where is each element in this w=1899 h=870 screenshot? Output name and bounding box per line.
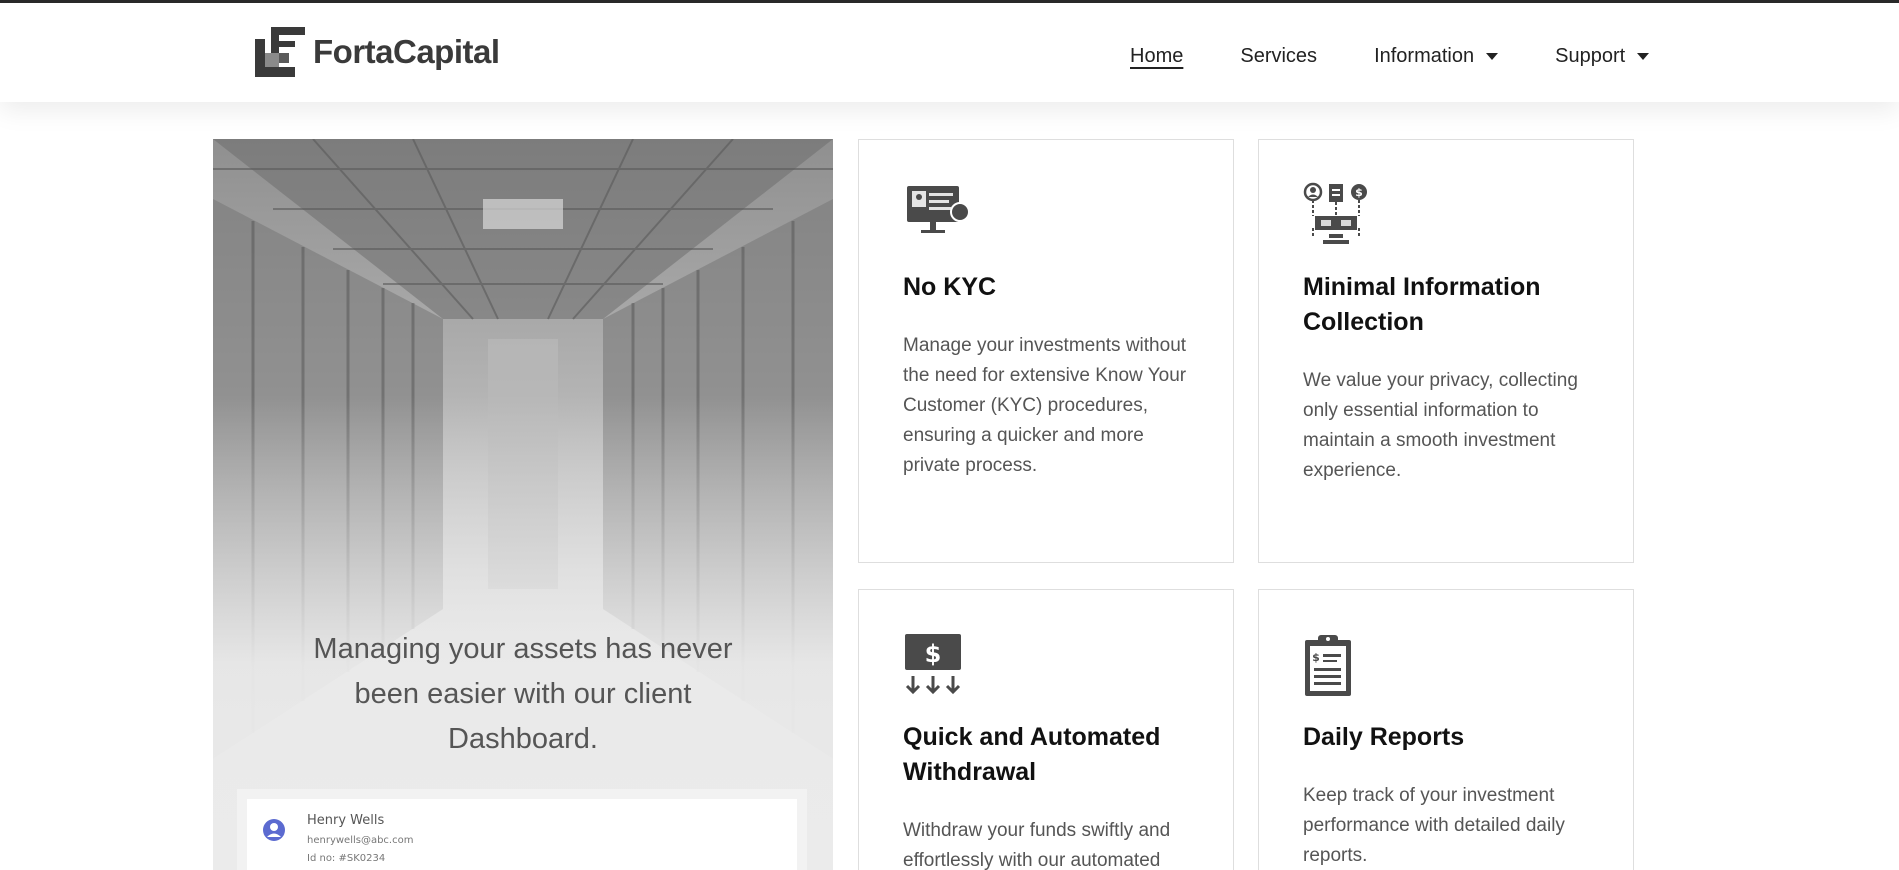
site-header: FortaCapital Home Services Information S… — [0, 3, 1899, 102]
feature-description: Withdraw your funds swiftly and effortle… — [903, 820, 1171, 870]
feature-description: We value your privacy, collecting only e… — [1303, 370, 1578, 481]
nav-services[interactable]: Services — [1240, 45, 1317, 68]
info-network-icon: $ — [1303, 182, 1367, 244]
dashboard-user-name: Henry Wells — [307, 813, 385, 828]
user-avatar-icon — [263, 819, 285, 841]
svg-text:$: $ — [1312, 651, 1320, 664]
feature-card-withdrawal: $ Quick and Automated Withdrawal Withdra… — [858, 589, 1234, 870]
caret-down-icon — [1486, 52, 1499, 60]
nav-services-label: Services — [1240, 44, 1318, 67]
dashboard-user-id: Id no: #SK0234 — [307, 853, 386, 864]
hero-text: Managing your assets has never been easi… — [313, 633, 733, 755]
dashboard-user-email: henrywells@abc.com — [307, 835, 414, 846]
hero-panel: Managing your assets has never been easi… — [213, 139, 833, 870]
feature-title: Minimal Information Collection — [1303, 273, 1541, 336]
nav-information[interactable]: Information — [1374, 44, 1499, 68]
monitor-id-icon — [907, 186, 969, 233]
svg-text:$: $ — [1355, 186, 1363, 199]
feature-card-no-kyc: No KYC Manage your investments without t… — [858, 139, 1234, 563]
dashboard-user-card: Henry Wells henrywells@abc.com Id no: #S… — [247, 799, 797, 870]
clipboard-report-icon: $ — [1305, 635, 1351, 696]
nav-information-label: Information — [1374, 44, 1475, 67]
nav-home-label: Home — [1130, 44, 1184, 67]
feature-title: Quick and Automated Withdrawal — [903, 723, 1161, 786]
logo-text: FortaCapital — [313, 33, 500, 70]
feature-card-daily-reports: $ Daily Reports Keep track of your inves… — [1258, 589, 1634, 870]
nav-support-label: Support — [1555, 44, 1626, 67]
feature-title: Daily Reports — [1303, 723, 1465, 751]
svg-text:$: $ — [925, 640, 942, 668]
feature-title: No KYC — [903, 273, 997, 301]
nav-support[interactable]: Support — [1555, 44, 1650, 68]
feature-description: Manage your investments without the need… — [903, 335, 1187, 476]
feature-description: Keep track of your investment performanc… — [1303, 785, 1565, 866]
nav-home[interactable]: Home — [1130, 45, 1183, 68]
fortacapital-logo-icon — [255, 27, 305, 77]
caret-down-icon — [1637, 52, 1650, 60]
main-nav: Home Services Information Support — [1130, 41, 1650, 71]
feature-card-minimal-info: $ Minimal Information Collection We valu… — [1258, 139, 1634, 563]
dashboard-preview: Henry Wells henrywells@abc.com Id no: #S… — [237, 789, 807, 870]
dollar-withdraw-icon: $ — [905, 634, 961, 695]
logo[interactable]: FortaCapital — [255, 27, 500, 77]
